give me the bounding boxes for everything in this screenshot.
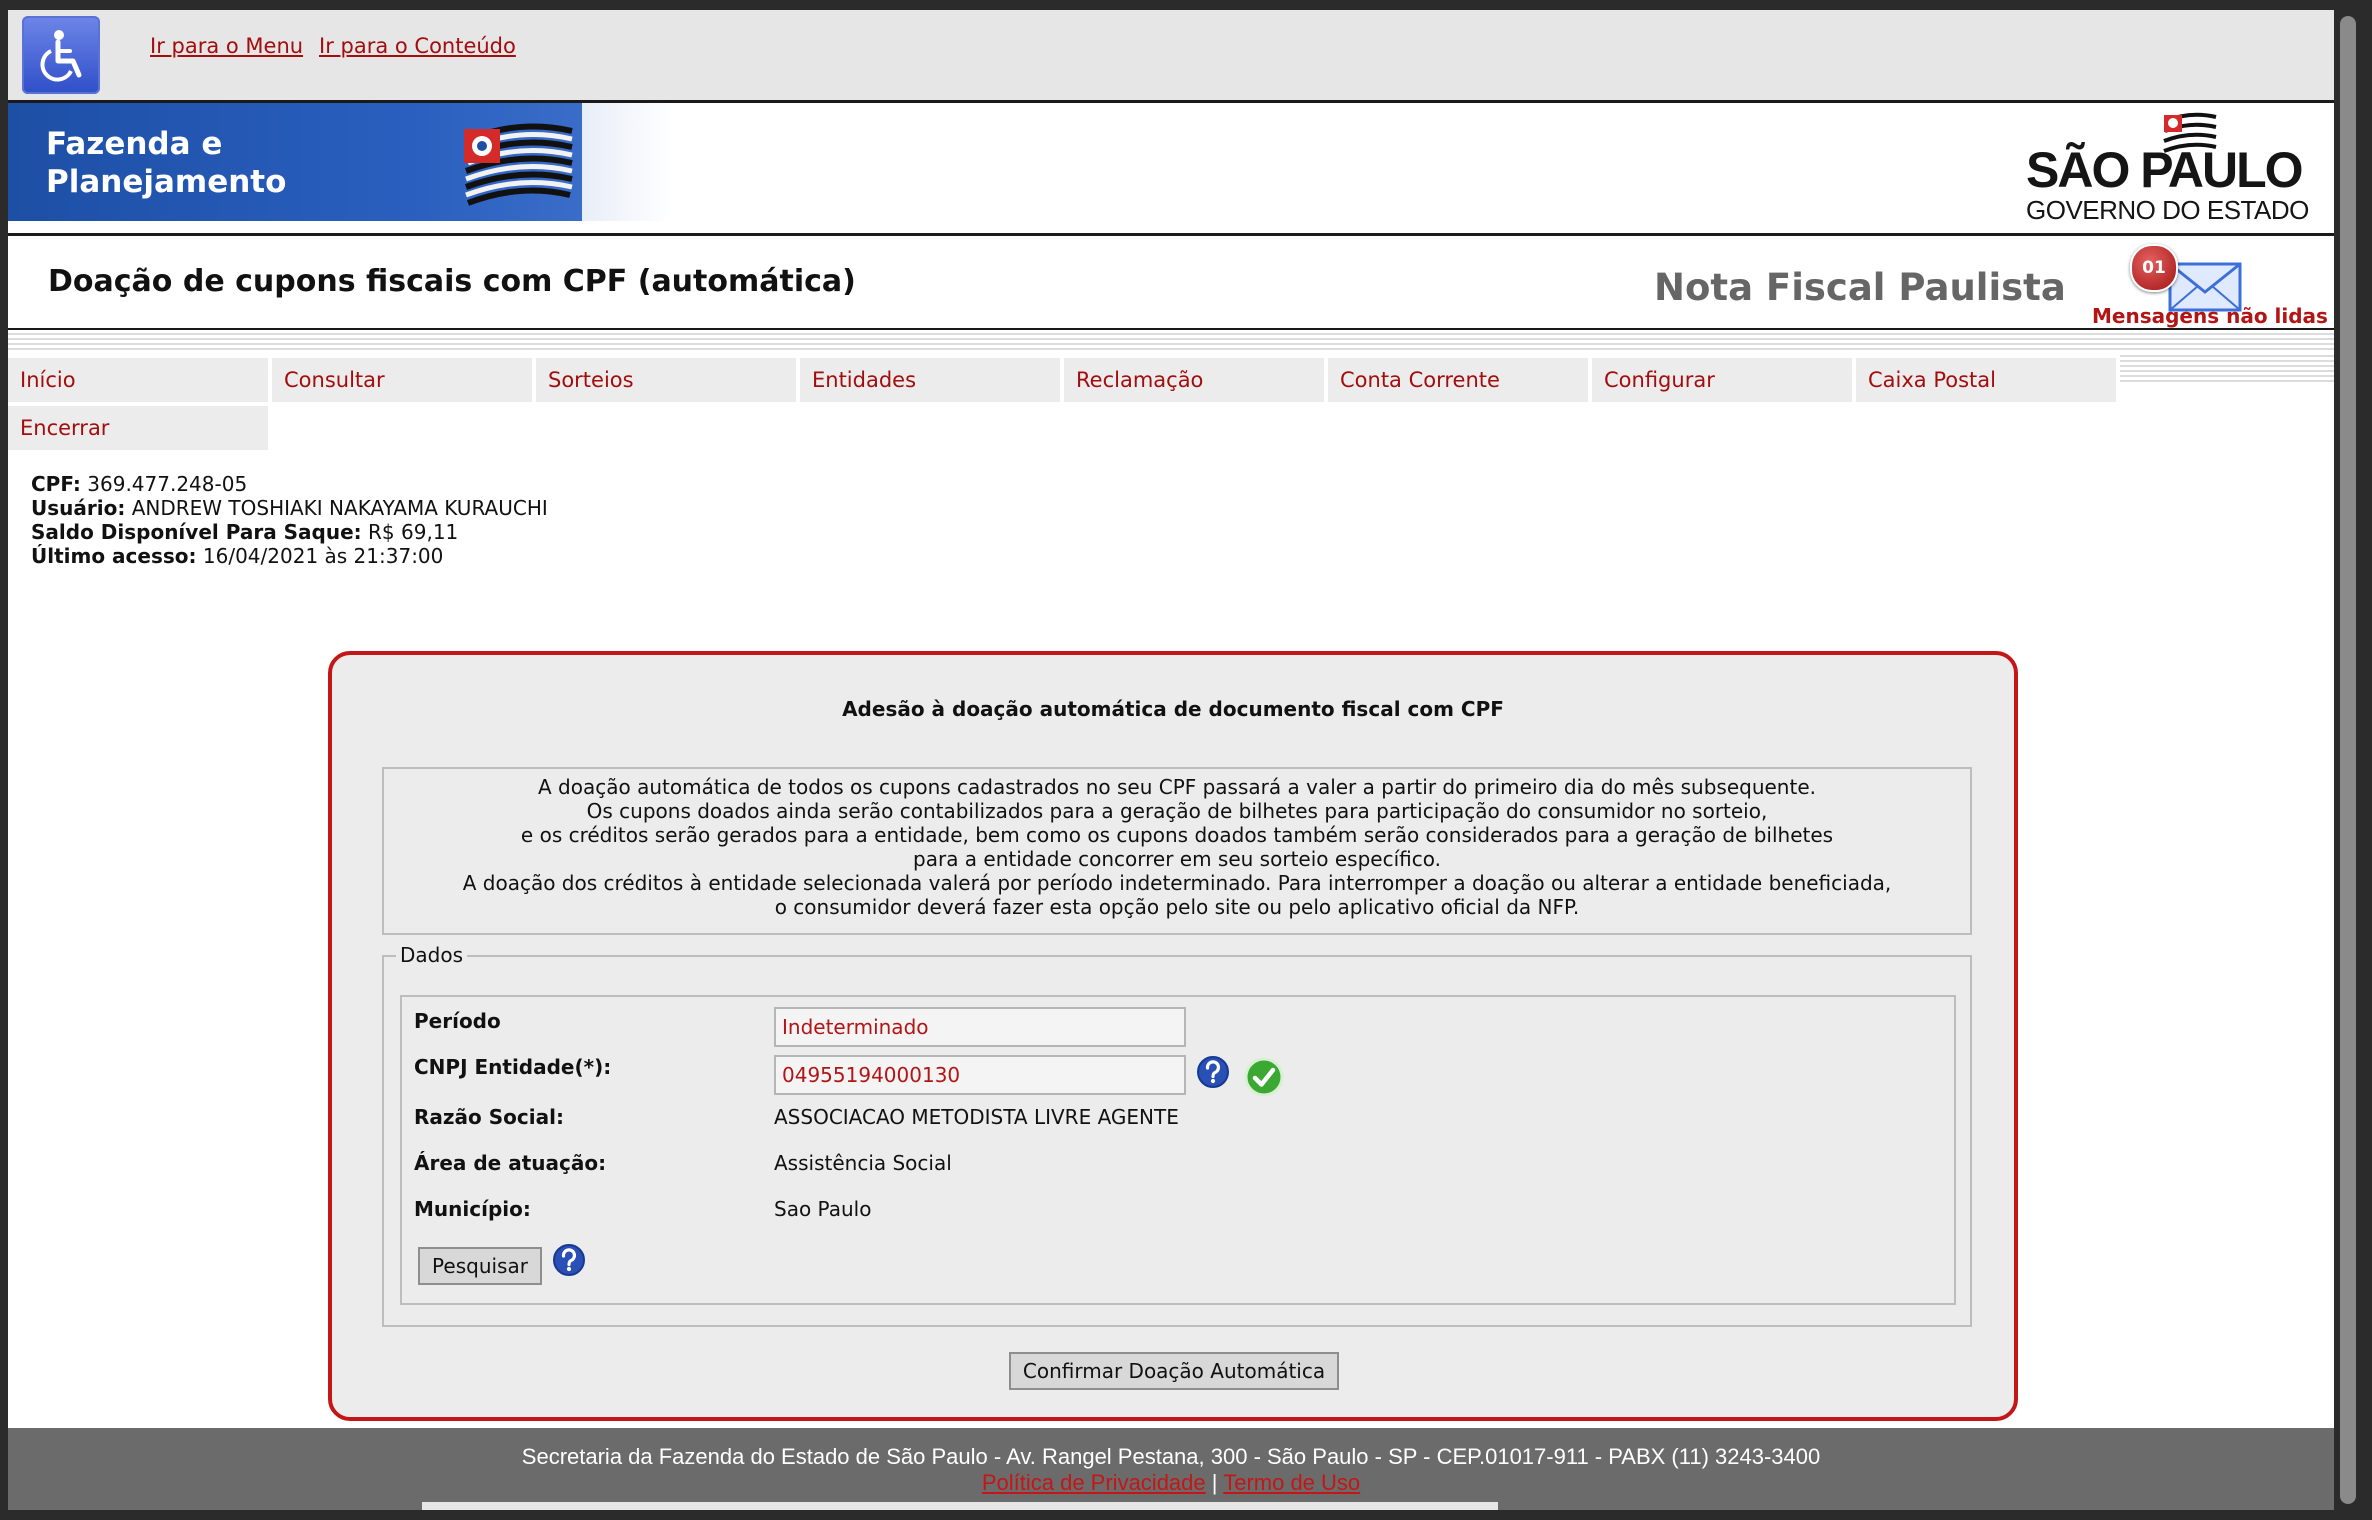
municipio-value: Sao Paulo [774,1197,872,1221]
municipio-label: Município: [414,1197,531,1221]
search-help-icon[interactable] [552,1243,586,1277]
header-banner: Fazenda e Planejamento SÃO PAULO GOVERNO… [8,103,2334,236]
balance-label: Saldo Disponível Para Saque: [31,520,362,544]
menu-item-conta-corrente[interactable]: Conta Corrente [1328,358,1588,402]
skip-to-content-link[interactable]: Ir para o Conteúdo [319,34,516,58]
donation-form-panel: Adesão à doação automática de documento … [328,651,2018,1421]
razao-social-value: ASSOCIACAO METODISTA LIVRE AGENTE [774,1105,1179,1129]
menu-item-inicio[interactable]: Início [8,358,268,402]
privacy-policy-link[interactable]: Política de Privacidade [982,1470,1206,1495]
menu-item-consultar[interactable]: Consultar [272,358,532,402]
info-line: para a entidade concorrer em seu sorteio… [913,847,1441,871]
periodo-field[interactable]: Indeterminado [774,1007,1186,1047]
menu-item-caixa-postal[interactable]: Caixa Postal [1856,358,2116,402]
info-line: Os cupons doados ainda serão contabiliza… [586,799,1768,823]
page-title: Doação de cupons fiscais com CPF (automá… [48,264,856,299]
dados-inner-box: Período Indeterminado CNPJ Entidade(*): … [400,995,1956,1305]
menu-item-encerrar[interactable]: Encerrar [8,406,268,450]
accessibility-bar: Ir para o Menu Ir para o Conteúdo [8,10,2334,103]
decorative-stripes [8,330,2334,352]
sp-subtitle: GOVERNO DO ESTADO [2026,195,2309,225]
footer-links: Política de Privacidade | Termo de Uso [8,1470,2334,1496]
form-title: Adesão à doação automática de documento … [842,697,1504,721]
menu-item-entidades[interactable]: Entidades [800,358,1060,402]
periodo-label: Período [414,1009,501,1033]
pesquisar-button[interactable]: Pesquisar [418,1247,542,1285]
footer: Secretaria da Fazenda do Estado de São P… [8,1428,2334,1510]
area-atuacao-label: Área de atuação: [414,1151,607,1175]
decorative-stripes-right [2120,352,2334,382]
sp-title: SÃO PAULO [2026,142,2304,198]
check-valid-icon [1244,1057,1284,1097]
sp-flag-icon [464,123,573,206]
footer-address: Secretaria da Fazenda do Estado de São P… [521,1444,1821,1469]
balance-value: R$ 69,11 [368,520,459,544]
cpf-value: 369.477.248-05 [87,472,248,496]
menu-item-reclamacao[interactable]: Reclamação [1064,358,1324,402]
cpf-label: CPF: [31,472,81,496]
scrollbar-thumb[interactable] [2340,16,2356,1504]
cnpj-input[interactable]: 04955194000130 [774,1055,1186,1095]
info-text-box: A doação automática de todos os cupons c… [382,767,1972,935]
dados-legend: Dados [396,943,468,967]
user-label: Usuário: [31,496,126,520]
banner-fade [582,103,672,221]
title-row: Doação de cupons fiscais com CPF (automá… [8,236,2334,331]
user-info: CPF: 369.477.248-05 Usuário: ANDREW TOSH… [31,472,548,568]
area-atuacao-value: Assistência Social [774,1151,952,1175]
menu-item-configurar[interactable]: Configurar [1592,358,1852,402]
bottom-bar [422,1502,1498,1510]
skip-to-menu-link[interactable]: Ir para o Menu [150,34,303,58]
razao-social-label: Razão Social: [414,1105,564,1129]
unread-messages-badge[interactable]: 01 [2130,244,2178,292]
confirm-donation-button[interactable]: Confirmar Doação Automática [1009,1352,1339,1390]
help-icon[interactable] [1196,1055,1230,1089]
accessibility-icon[interactable] [22,16,100,94]
dados-fieldset: Dados Período Indeterminado CNPJ Entidad… [382,943,1972,1327]
info-line: o consumidor deverá fazer esta opção pel… [774,895,1580,919]
fazenda-logo[interactable]: Fazenda e Planejamento [8,103,582,221]
last-access-label: Último acesso: [31,544,197,568]
vertical-scrollbar[interactable] [2334,10,2362,1510]
footer-separator: | [1211,1470,1218,1495]
info-line: A doação automática de todos os cupons c… [538,775,1816,799]
info-line: e os créditos serão gerados para a entid… [520,823,1834,847]
last-access-value: 16/04/2021 às 21:37:00 [202,544,444,568]
app-name: Nota Fiscal Paulista [1654,266,2066,309]
user-name: ANDREW TOSHIAKI NAKAYAMA KURAUCHI [131,496,548,520]
unread-messages-link[interactable]: Mensagens não lidas [2092,304,2328,328]
browser-page: Ir para o Menu Ir para o Conteúdo Fazend… [8,10,2334,1510]
info-line: A doação dos créditos à entidade selecio… [462,871,1892,895]
menu-item-sorteios[interactable]: Sorteios [536,358,796,402]
terms-of-use-link[interactable]: Termo de Uso [1223,1470,1360,1495]
cnpj-label: CNPJ Entidade(*): [414,1055,612,1079]
fazenda-brand-text: Fazenda e Planejamento [46,126,287,200]
